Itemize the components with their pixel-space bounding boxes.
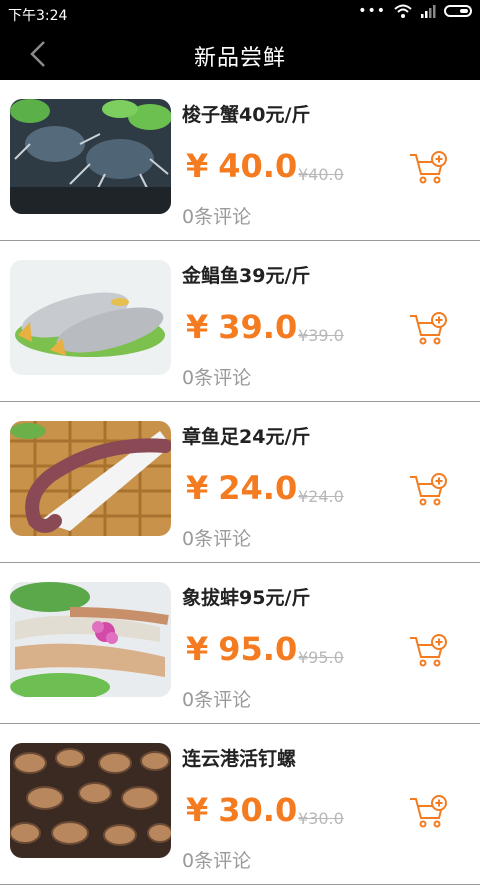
status-icons: •••	[358, 4, 472, 18]
product-image-geoduck[interactable]	[10, 582, 171, 697]
product-item[interactable]: 金鲳鱼39元/斤 ¥39.0 ¥39.0 0条评论	[0, 241, 480, 402]
product-list: 梭子蟹40元/斤 ¥40.0 ¥40.0 0条评论 金鲳鱼39元/斤 ¥39.0…	[0, 80, 480, 885]
product-image-crab[interactable]	[10, 99, 171, 214]
battery-icon	[444, 5, 472, 17]
title-bar: 新品尝鲜	[0, 28, 480, 80]
status-bar: 下午3:24 •••	[0, 0, 480, 28]
review-count: 0条评论	[182, 689, 252, 711]
wifi-icon	[394, 4, 412, 18]
product-price: ¥24.0	[186, 469, 298, 507]
product-price: ¥40.0	[186, 147, 298, 185]
product-name[interactable]: 连云港活钉螺	[182, 744, 296, 771]
product-name[interactable]: 梭子蟹40元/斤	[182, 100, 310, 127]
add-to-cart-icon[interactable]	[408, 150, 448, 186]
review-count: 0条评论	[182, 206, 252, 228]
review-count: 0条评论	[182, 850, 252, 872]
product-price: ¥30.0	[186, 791, 298, 829]
original-price: ¥39.0	[298, 326, 344, 345]
product-item[interactable]: 象拔蚌95元/斤 ¥95.0 ¥95.0 0条评论	[0, 563, 480, 724]
add-to-cart-icon[interactable]	[408, 633, 448, 669]
product-item[interactable]: 章鱼足24元/斤 ¥24.0 ¥24.0 0条评论	[0, 402, 480, 563]
product-name[interactable]: 象拔蚌95元/斤	[182, 583, 310, 610]
product-name[interactable]: 金鲳鱼39元/斤	[182, 261, 310, 288]
product-price: ¥39.0	[186, 308, 298, 346]
product-item[interactable]: 连云港活钉螺 ¥30.0 ¥30.0 0条评论	[0, 724, 480, 885]
review-count: 0条评论	[182, 528, 252, 550]
add-to-cart-icon[interactable]	[408, 794, 448, 830]
add-to-cart-icon[interactable]	[408, 472, 448, 508]
more-dots-icon: •••	[358, 3, 386, 19]
product-image-sea-snails[interactable]	[10, 743, 171, 858]
review-count: 0条评论	[182, 367, 252, 389]
original-price: ¥95.0	[298, 648, 344, 667]
original-price: ¥24.0	[298, 487, 344, 506]
product-image-octopus-leg[interactable]	[10, 421, 171, 536]
original-price: ¥40.0	[298, 165, 344, 184]
product-item[interactable]: 梭子蟹40元/斤 ¥40.0 ¥40.0 0条评论	[0, 80, 480, 241]
product-name[interactable]: 章鱼足24元/斤	[182, 422, 310, 449]
product-price: ¥95.0	[186, 630, 298, 668]
original-price: ¥30.0	[298, 809, 344, 828]
signal-icon	[421, 5, 436, 18]
status-time: 下午3:24	[8, 8, 68, 24]
add-to-cart-icon[interactable]	[408, 311, 448, 347]
product-image-pompano-fish[interactable]	[10, 260, 171, 375]
page-title: 新品尝鲜	[193, 46, 286, 71]
